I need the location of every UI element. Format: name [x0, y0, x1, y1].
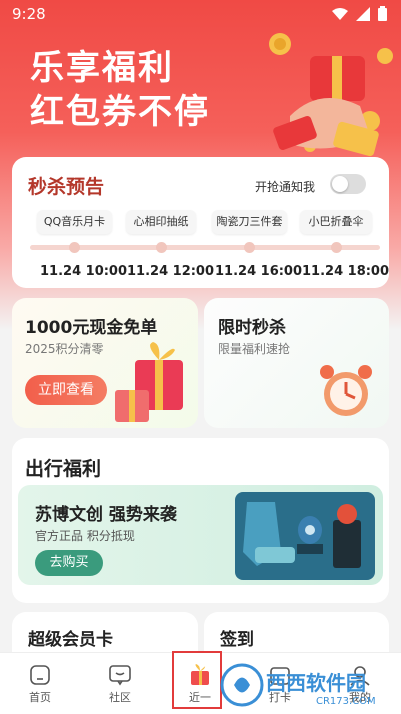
gift-box-illustration [115, 342, 183, 422]
view-now-button[interactable]: 立即查看 [25, 375, 107, 405]
banner-title: 苏博文创 强势来袭 [35, 505, 177, 525]
wifi-icon [332, 7, 348, 20]
watermark-brand: 西西软件园 [266, 671, 366, 695]
alarm-clock-illustration [320, 365, 372, 416]
flash-deal-subtitle: 限量福利速抢 [218, 342, 291, 356]
flash-item-time: 11.24 18:00 [302, 264, 390, 279]
tab-label: 社区 [109, 691, 131, 704]
buy-button[interactable]: 去购买 [35, 550, 103, 576]
travel-section-title: 出行福利 [25, 458, 102, 480]
super-member-title: 超级会员卡 [28, 630, 113, 650]
gift-hand-illustration [269, 33, 393, 157]
site-watermark: 西西软件园 CR173.COM [220, 663, 376, 707]
flash-sale-title: 秒杀预告 [28, 176, 105, 198]
notify-toggle-label: 开抢通知我 [255, 180, 316, 194]
chat-icon [109, 665, 131, 686]
battery-icon [378, 6, 387, 21]
check-in-title: 签到 [220, 630, 254, 650]
timeline-dot [244, 242, 255, 253]
tab-home[interactable]: 首页 [0, 653, 80, 714]
signal-icon [356, 6, 370, 21]
timeline-dot [69, 242, 80, 253]
flash-deal-title: 限时秒杀 [218, 318, 286, 338]
toggle-knob [332, 176, 348, 192]
free-order-subtitle: 2025积分清零 [25, 342, 104, 356]
timeline-dot [156, 242, 167, 253]
hero-title-line1: 乐享福利 [30, 48, 174, 88]
cultural-products-illustration [235, 492, 375, 580]
flash-item-chip[interactable]: 心相印抽纸 [126, 210, 196, 234]
home-icon [30, 665, 50, 685]
flash-item-time: 11.24 16:00 [215, 264, 303, 279]
notify-toggle[interactable] [330, 174, 366, 194]
free-order-title: 1000元现金免单 [25, 318, 158, 338]
flash-timeline [30, 242, 380, 253]
tab-community[interactable]: 社区 [80, 653, 160, 714]
flash-item-time: 11.24 10:00 [40, 264, 128, 279]
status-time: 9:28 [12, 5, 46, 23]
tab-label: 首页 [29, 691, 51, 704]
watermark-url: CR173.COM [316, 696, 376, 707]
timeline-dot [331, 242, 342, 253]
tab-highlight-box [172, 651, 222, 709]
hero-title-line2: 红包券不停 [30, 92, 210, 132]
flash-item-time: 11.24 12:00 [127, 264, 215, 279]
flash-item-chip[interactable]: 陶瓷刀三件套 [212, 210, 287, 234]
banner-subtitle: 官方正品 积分抵现 [35, 529, 135, 543]
flash-item-chip[interactable]: QQ音乐月卡 [37, 210, 112, 234]
flash-item-chip[interactable]: 小巴折叠伞 [300, 210, 372, 234]
